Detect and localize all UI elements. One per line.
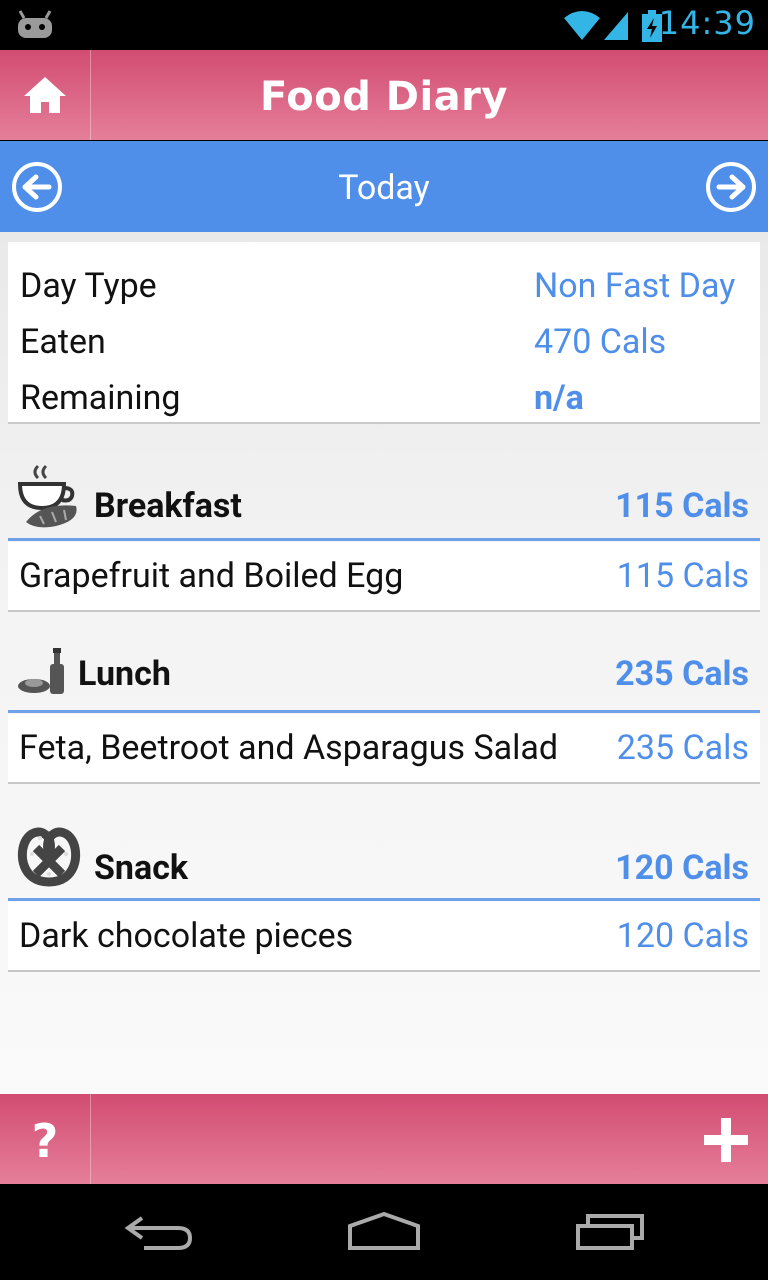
summary-row-remaining: Remaining n/a <box>20 378 748 434</box>
meal-header-snack[interactable]: Snack 120 Cals <box>8 827 760 901</box>
date-label: Today <box>338 168 430 208</box>
page-title: Food Diary <box>260 74 508 120</box>
eaten-value: 470 Cals <box>534 322 667 362</box>
meal-name: Breakfast <box>94 486 242 526</box>
home-outline-icon[interactable] <box>346 1212 422 1252</box>
meal-header-lunch[interactable]: Lunch 235 Cals <box>8 648 760 713</box>
remaining-value: n/a <box>534 378 584 418</box>
pretzel-icon <box>17 827 81 887</box>
summary-label: Day Type <box>20 266 157 306</box>
food-row[interactable]: Feta, Beetroot and Asparagus Salad 235 C… <box>8 714 760 784</box>
android-notification-icon <box>18 10 52 38</box>
summary-label: Remaining <box>20 378 181 418</box>
status-bar: 14:39 <box>0 0 768 50</box>
date-navigator: Today <box>0 141 768 232</box>
back-icon[interactable] <box>124 1212 194 1252</box>
food-name: Feta, Beetroot and Asparagus Salad <box>19 728 559 768</box>
food-row[interactable]: Dark chocolate pieces 120 Cals <box>8 902 760 972</box>
coffee-croissant-icon <box>17 464 77 528</box>
meal-name: Snack <box>94 848 189 888</box>
summary-row-day-type: Day Type Non Fast Day <box>20 266 748 322</box>
food-cals: 115 Cals <box>616 556 749 596</box>
day-summary-card: Day Type Non Fast Day Eaten 470 Cals Rem… <box>8 242 760 424</box>
meal-total-cals: 235 Cals <box>615 654 749 694</box>
bottom-action-bar: ? <box>0 1094 768 1184</box>
food-name: Dark chocolate pieces <box>19 916 354 956</box>
system-navigation-bar <box>0 1184 768 1280</box>
home-icon <box>24 77 66 113</box>
summary-row-eaten: Eaten 470 Cals <box>20 322 748 378</box>
signal-icon <box>604 12 628 40</box>
app-bar: Food Diary <box>0 50 768 140</box>
meal-total-cals: 120 Cals <box>615 848 749 888</box>
meal-header-breakfast[interactable]: Breakfast 115 Cals <box>8 464 760 541</box>
plus-icon[interactable] <box>702 1116 750 1164</box>
food-cals: 235 Cals <box>616 728 749 768</box>
food-row[interactable]: Grapefruit and Boiled Egg 115 Cals <box>8 542 760 612</box>
day-type-value[interactable]: Non Fast Day <box>534 266 735 306</box>
food-cals: 120 Cals <box>616 916 749 956</box>
plate-bottle-icon <box>18 648 64 694</box>
recent-apps-icon[interactable] <box>574 1212 648 1252</box>
help-button[interactable]: ? <box>0 1094 91 1184</box>
summary-label: Eaten <box>20 322 106 362</box>
status-time: 14:39 <box>658 4 756 42</box>
diary-content: Day Type Non Fast Day Eaten 470 Cals Rem… <box>0 232 768 1094</box>
food-name: Grapefruit and Boiled Egg <box>19 556 404 596</box>
home-button[interactable] <box>0 50 91 140</box>
wifi-icon <box>564 11 600 40</box>
arrow-right-circle-icon[interactable] <box>705 161 757 213</box>
meal-total-cals: 115 Cals <box>615 486 749 526</box>
meal-name: Lunch <box>78 654 171 694</box>
